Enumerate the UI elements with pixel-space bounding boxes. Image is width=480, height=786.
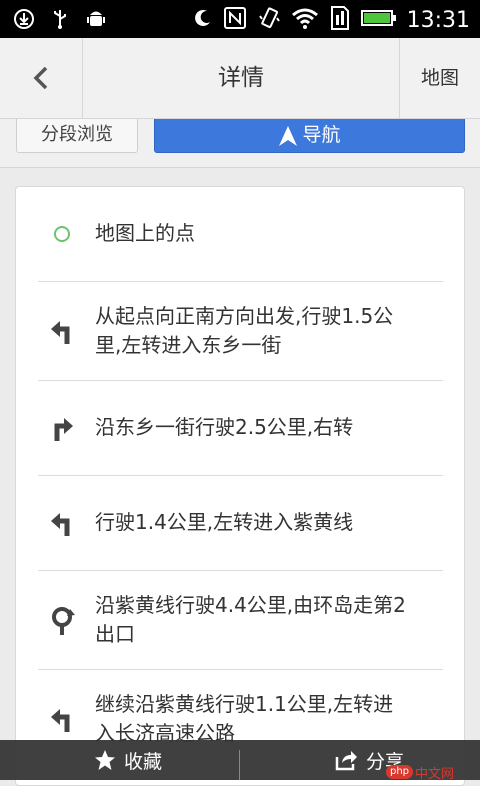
map-button[interactable]: 地图 <box>399 38 480 118</box>
battery-icon <box>360 8 397 32</box>
back-button[interactable] <box>0 38 83 118</box>
navigation-arrow-icon <box>279 126 298 146</box>
bottom-bar-divider <box>239 750 240 780</box>
turn-left-icon <box>48 705 76 733</box>
segment-browse-button[interactable]: 分段浏览 <box>16 119 138 153</box>
turn-left-icon <box>48 509 76 537</box>
navigate-label: 导航 <box>302 124 341 146</box>
status-clock: 13:31 <box>406 7 470 33</box>
wifi-icon <box>291 7 319 33</box>
route-step-text: 地图上的点 <box>95 221 195 245</box>
route-step[interactable]: 沿东乡一街行驶2.5公里,右转 <box>38 380 443 476</box>
route-step-text: 沿东乡一街行驶2.5公里,右转 <box>95 415 354 439</box>
route-step-text: 从起点向正南方向出发,行驶1.5公里,左转进入东乡一街 <box>95 304 394 357</box>
vibrate-icon <box>257 6 281 34</box>
share-icon <box>335 751 357 771</box>
status-right-icons: 13:31 <box>193 5 470 35</box>
android-debug-icon <box>84 8 108 30</box>
turn-left-icon <box>48 317 76 345</box>
title-bar: 详情 地图 <box>0 38 480 119</box>
status-left-icons <box>12 8 108 30</box>
roundabout-icon <box>48 606 76 635</box>
route-step[interactable]: 沿紫黄线行驶4.4公里,由环岛走第2出口 <box>38 570 443 670</box>
usb-icon <box>48 8 72 30</box>
favorite-button[interactable]: 收藏 <box>94 740 162 780</box>
turn-right-icon <box>48 414 76 442</box>
sim-icon <box>329 5 351 35</box>
route-step[interactable]: 地图上的点 <box>38 187 443 282</box>
route-step-text: 沿紫黄线行驶4.4公里,由环岛走第2出口 <box>95 593 406 646</box>
favorite-label: 收藏 <box>124 750 163 773</box>
action-row: 分段浏览 导航 <box>0 119 480 168</box>
moon-icon <box>193 8 213 32</box>
page-title: 详情 <box>218 65 264 91</box>
route-step[interactable]: 行驶1.4公里,左转进入紫黄线 <box>38 475 443 571</box>
watermark-badge: php <box>386 765 414 779</box>
circle-point-icon <box>48 220 76 248</box>
navigate-button[interactable]: 导航 <box>154 119 465 153</box>
watermark-text: 中文网 <box>415 766 455 782</box>
watermark-logo: php 中文网 <box>386 764 480 782</box>
nfc-icon <box>223 6 247 34</box>
route-steps-card: 地图上的点 从起点向正南方向出发,行驶1.5公里,左转进入东乡一街 沿东乡一街行… <box>15 186 465 786</box>
download-icon <box>12 8 36 30</box>
chevron-left-icon <box>33 66 48 90</box>
route-step[interactable]: 从起点向正南方向出发,行驶1.5公里,左转进入东乡一街 <box>38 281 443 381</box>
segment-browse-label: 分段浏览 <box>41 124 113 145</box>
status-bar: 13:31 <box>0 0 480 38</box>
star-icon <box>95 750 115 770</box>
route-step-text: 行驶1.4公里,左转进入紫黄线 <box>95 510 354 534</box>
